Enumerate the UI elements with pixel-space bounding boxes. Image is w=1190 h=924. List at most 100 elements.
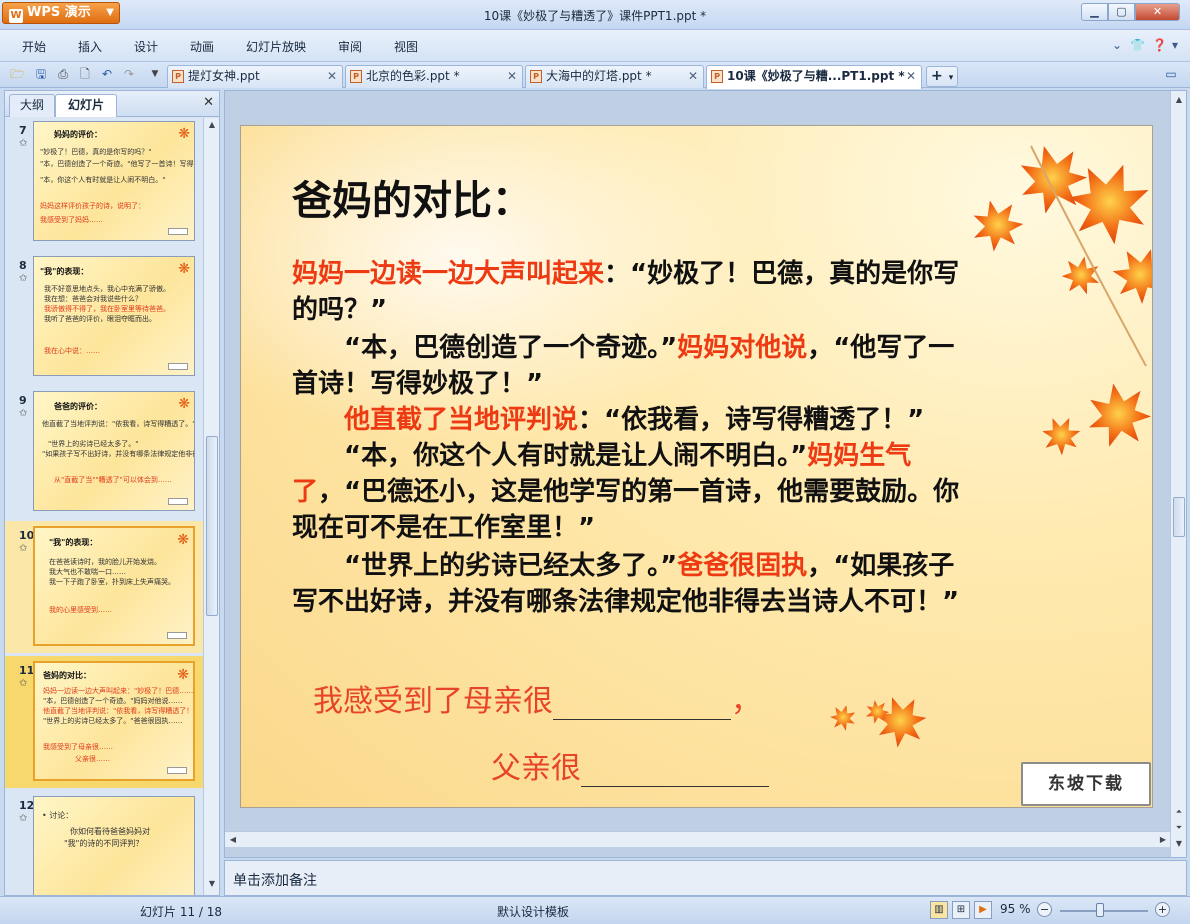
- slide-text-line: 写不出好诗，并没有哪条法律规定他非得去当诗人不可！”: [292, 584, 959, 620]
- slide-canvas[interactable]: 爸妈的对比： 妈妈一边读一边大声叫起来：“妙极了！巴德，真的是你写 的吗？” “本…: [240, 125, 1153, 808]
- watermark-badge: 东坡下载: [1021, 762, 1151, 806]
- save-icon[interactable]: 🖫: [34, 67, 48, 81]
- tab-slides[interactable]: 幻灯片: [55, 94, 117, 117]
- tab-list-icon[interactable]: ▭: [1164, 67, 1178, 81]
- scroll-thumb[interactable]: [1173, 497, 1185, 537]
- close-tab-icon[interactable]: ✕: [906, 66, 916, 87]
- menu-review[interactable]: 审阅: [338, 38, 362, 55]
- slide-editor: 爸妈的对比： 妈妈一边读一边大声叫起来：“妙极了！巴德，真的是你写 的吗？” “本…: [224, 90, 1187, 858]
- thumbnail-badge: [168, 363, 188, 370]
- slide-sorter-view-icon[interactable]: ⊞: [952, 901, 970, 919]
- previous-slide-icon[interactable]: ⏶: [1171, 807, 1187, 817]
- menu-insert[interactable]: 插入: [78, 38, 102, 55]
- tab-outline[interactable]: 大纲: [9, 94, 55, 117]
- collapse-ribbon-icon[interactable]: ⌄: [1112, 38, 1122, 52]
- scroll-right-arrow-icon[interactable]: ▶: [1155, 835, 1171, 844]
- slide-title[interactable]: 爸妈的对比：: [292, 168, 532, 226]
- tab-document-3[interactable]: P 大海中的灯塔.ppt * ✕: [525, 65, 704, 88]
- slide-thumbnail-8[interactable]: 8 ✩ "我"的表现： 我不好意思地点头，我心中充满了骄傲。 我在想：爸爸会对我说…: [5, 251, 203, 383]
- title-bar: W WPS 演示 ▼ 10课《妙极了与糟透了》课件PPT1.ppt * ▁ ▢ ✕: [0, 0, 1190, 30]
- text-segment: “本，你这个人有时就是让人闹不明白。”: [292, 441, 808, 471]
- customize-toolbar-icon[interactable]: ▼: [148, 67, 162, 81]
- scroll-left-arrow-icon[interactable]: ◀: [225, 835, 241, 844]
- animation-star-icon: ✩: [19, 543, 28, 554]
- notes-pane[interactable]: 单击添加备注: [224, 860, 1187, 896]
- zoom-slider[interactable]: [1060, 910, 1148, 912]
- slide-thumbnail-10[interactable]: 10 ✩ "我"的表现： 在爸爸读诗时，我的脸儿开始发烧。 我大气也不敢喘一口………: [5, 521, 203, 653]
- menu-design[interactable]: 设计: [134, 38, 158, 55]
- animation-star-icon: ✩: [19, 273, 28, 284]
- tab-document-active[interactable]: P 10课《妙极了与糟...PT1.ppt * ✕: [706, 65, 922, 89]
- help-dropdown-icon[interactable]: ▾: [1172, 38, 1178, 52]
- thumbnail-image: 爸妈的对比： 妈妈一边读一边大声叫起来："妙极了！巴德……" "本，巴德创造了一…: [33, 661, 195, 781]
- maple-leaf-icon: [1011, 137, 1094, 219]
- thumbnail-badge: [167, 767, 187, 774]
- highlighted-phrase: 妈妈生气: [807, 441, 912, 471]
- slide-text-line: “本，你这个人有时就是让人闹不明白。”妈妈生气: [292, 438, 911, 474]
- thumbnail-image: "我"的表现： 我不好意思地点头，我心中充满了骄傲。 我在想：爸爸会对我说些什么…: [33, 256, 195, 376]
- print-preview-icon[interactable]: 🗋: [78, 67, 92, 81]
- maple-leaf-icon: [868, 688, 933, 753]
- highlighted-phrase: 爸爸很固执: [677, 551, 808, 581]
- scroll-down-arrow-icon[interactable]: ▼: [1171, 839, 1187, 848]
- animation-star-icon: ✩: [19, 678, 28, 689]
- horizontal-scrollbar[interactable]: ◀ ▶: [225, 831, 1171, 847]
- redo-icon[interactable]: ↷: [122, 67, 136, 81]
- undo-icon[interactable]: ↶: [100, 67, 114, 81]
- menu-slideshow[interactable]: 幻灯片放映: [246, 38, 306, 55]
- slide-thumbnail-9[interactable]: 9 ✩ 爸爸的评价： 他直截了当地评判说："依我看，诗写得糟透了。" "世界上的劣…: [5, 386, 203, 518]
- status-bar: 幻灯片 11 / 18 默认设计模板 ▥ ⊞ ▶ 95 % − +: [0, 896, 1190, 924]
- menu-bar: 开始 插入 设计 动画 幻灯片放映 审阅 视图 ⌄ 👕 ❓ ▾: [0, 30, 1190, 62]
- maximize-button[interactable]: ▢: [1108, 3, 1135, 21]
- new-tab-button[interactable]: + ▾: [926, 66, 958, 87]
- highlighted-phrase: 了: [292, 477, 319, 507]
- scroll-up-arrow-icon[interactable]: ▲: [204, 120, 220, 134]
- slide-thumbnail-11[interactable]: 11 ✩ 爸妈的对比： 妈妈一边读一边大声叫起来："妙极了！巴德……" "本，巴德…: [5, 656, 203, 788]
- ppt-file-icon: P: [172, 70, 184, 83]
- slideshow-view-icon[interactable]: ▶: [974, 901, 992, 919]
- design-template-name[interactable]: 默认设计模板: [497, 903, 569, 920]
- slide-text-line: 现在可不是在工作室里！”: [292, 510, 595, 546]
- slide-text-line: “世界上的劣诗已经太多了。”爸爸很固执，“如果孩子: [292, 548, 954, 584]
- close-tab-icon[interactable]: ✕: [327, 66, 337, 87]
- close-tab-icon[interactable]: ✕: [688, 66, 698, 87]
- thumbnail-image: 爸爸的评价： 他直截了当地评判说："依我看，诗写得糟透了。" "世界上的劣诗已经…: [33, 391, 195, 511]
- print-icon[interactable]: ⎙: [56, 67, 70, 81]
- menu-home[interactable]: 开始: [22, 38, 46, 55]
- zoom-out-icon[interactable]: −: [1037, 902, 1052, 917]
- zoom-level[interactable]: 95 %: [1000, 902, 1031, 916]
- skin-shirt-icon[interactable]: 👕: [1130, 38, 1145, 52]
- slide-thumbnail-7[interactable]: 7 ✩ 妈妈的评价： "妙极了！巴德，真的是你写的吗？" "本，巴德创造了一个奇迹…: [5, 118, 203, 248]
- help-icon[interactable]: ❓: [1152, 38, 1167, 52]
- blank-underline: [581, 759, 769, 787]
- scroll-down-arrow-icon[interactable]: ▼: [204, 879, 220, 893]
- close-window-button[interactable]: ✕: [1135, 3, 1180, 21]
- maple-leaf-icon: ❋: [178, 261, 190, 277]
- maple-leaf-icon: ❋: [177, 667, 189, 683]
- slide-thumbnail-12[interactable]: 12 ✩ • 讨论： 你如何看待爸爸妈妈对 "我"的诗的不同评判？: [5, 791, 203, 895]
- menu-view[interactable]: 视图: [394, 38, 418, 55]
- highlighted-phrase: 他直截了当地评判说: [344, 405, 579, 435]
- maple-leaf-icon: ❋: [177, 532, 189, 548]
- father-fill-in-line[interactable]: 父亲很: [491, 743, 769, 787]
- menu-animation[interactable]: 动画: [190, 38, 214, 55]
- zoom-in-icon[interactable]: +: [1155, 902, 1170, 917]
- close-panel-icon[interactable]: ✕: [203, 95, 214, 110]
- next-slide-icon[interactable]: ⏷: [1171, 823, 1187, 833]
- close-tab-icon[interactable]: ✕: [507, 66, 517, 87]
- tab-document-2[interactable]: P 北京的色彩.ppt * ✕: [345, 65, 523, 88]
- minimize-button[interactable]: ▁: [1081, 3, 1108, 21]
- text-segment: 首诗！写得妙极了！”: [292, 369, 544, 399]
- blank-underline: [553, 692, 731, 720]
- ppt-file-icon: P: [350, 70, 362, 83]
- text-segment: 现在可不是在工作室里！”: [292, 513, 596, 543]
- open-folder-icon[interactable]: 🗁: [10, 67, 25, 81]
- vertical-scrollbar[interactable]: ▲ ⏶ ⏷ ▼: [1170, 91, 1186, 857]
- tab-document-1[interactable]: P 提灯女神.ppt ✕: [167, 65, 343, 88]
- scroll-thumb[interactable]: [206, 436, 218, 616]
- zoom-slider-knob[interactable]: [1096, 903, 1104, 917]
- mother-fill-in-line[interactable]: 我感受到了母亲很，: [313, 676, 761, 720]
- thumbnail-scrollbar[interactable]: ▲ ▼: [203, 118, 219, 895]
- normal-view-icon[interactable]: ▥: [930, 901, 948, 919]
- scroll-up-arrow-icon[interactable]: ▲: [1171, 95, 1187, 104]
